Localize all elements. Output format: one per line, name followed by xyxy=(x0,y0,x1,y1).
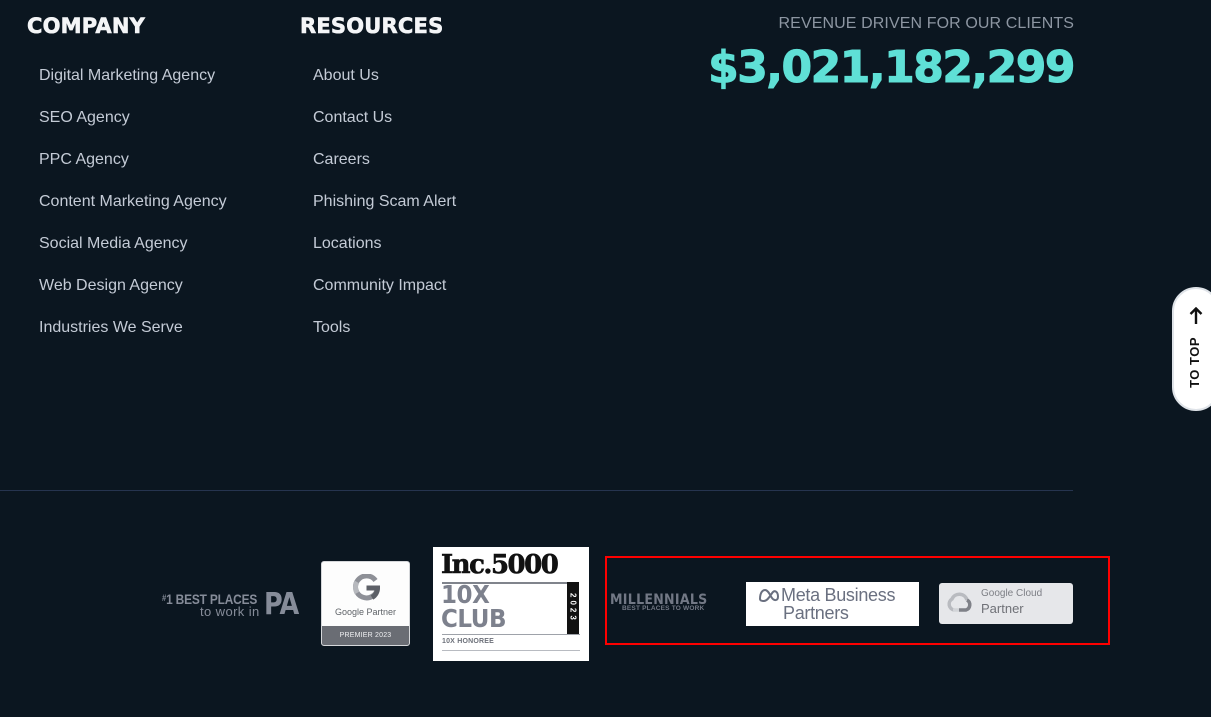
link-phishing-scam-alert[interactable]: Phishing Scam Alert xyxy=(313,192,456,212)
link-industries-we-serve[interactable]: Industries We Serve xyxy=(39,318,183,338)
google-cloud-line1: Google Cloud xyxy=(981,588,1043,599)
to-top-button[interactable]: TO TOP xyxy=(1172,287,1211,411)
to-top-label: TO TOP xyxy=(1186,337,1202,388)
link-tools[interactable]: Tools xyxy=(313,318,350,338)
resources-heading: RESOURCES xyxy=(300,14,444,39)
inc-title: Inc.5000 xyxy=(441,550,559,581)
resources-link-item: Phishing Scam Alert xyxy=(313,192,456,234)
google-cloud-icon xyxy=(947,592,973,614)
google-cloud-line2: Partner xyxy=(981,601,1024,616)
best-places-bottom: to work in xyxy=(200,604,260,619)
meta-infinity-icon xyxy=(758,588,780,603)
link-community-impact[interactable]: Community Impact xyxy=(313,276,446,296)
resources-link-item: Locations xyxy=(313,234,456,276)
inc-club: 10X CLUB xyxy=(441,580,507,633)
inc5000-badge: Inc.5000 10X CLUB 2023 10X HONOREE xyxy=(433,547,589,661)
resources-link-item: About Us xyxy=(313,66,456,108)
link-locations[interactable]: Locations xyxy=(313,234,382,254)
link-social-media-agency[interactable]: Social Media Agency xyxy=(39,234,188,254)
link-seo-agency[interactable]: SEO Agency xyxy=(39,108,130,128)
company-link-item: Web Design Agency xyxy=(39,276,227,318)
link-content-marketing-agency[interactable]: Content Marketing Agency xyxy=(39,192,227,212)
best-places-pa-badge: #1 BEST PLACES to work in PA xyxy=(162,585,302,625)
company-link-item: Social Media Agency xyxy=(39,234,227,276)
inc-honoree: 10X HONOREE xyxy=(442,638,494,645)
google-cloud-partner-badge: Google Cloud Partner xyxy=(939,583,1073,624)
company-links: Digital Marketing Agency SEO Agency PPC … xyxy=(39,66,227,360)
millennials-badge: MILLENNIALS BEST PLACES TO WORK xyxy=(610,592,724,614)
resources-link-item: Tools xyxy=(313,318,456,360)
meta-business-partners-badge: Meta Business Partners xyxy=(746,582,919,626)
link-contact-us[interactable]: Contact Us xyxy=(313,108,392,128)
resources-link-item: Community Impact xyxy=(313,276,456,318)
arrow-up-icon xyxy=(1185,305,1207,327)
revenue-counter: $3,021,182,299 xyxy=(708,42,1076,94)
revenue-label: REVENUE DRIVEN FOR OUR CLIENTS xyxy=(778,15,1074,32)
resources-link-item: Careers xyxy=(313,150,456,192)
site-footer: COMPANY Digital Marketing Agency SEO Age… xyxy=(0,0,1211,717)
link-ppc-agency[interactable]: PPC Agency xyxy=(39,150,129,170)
company-link-item: PPC Agency xyxy=(39,150,227,192)
link-about-us[interactable]: About Us xyxy=(313,66,379,86)
company-link-item: SEO Agency xyxy=(39,108,227,150)
best-places-state: PA xyxy=(264,587,299,622)
google-partner-footer: PREMIER 2023 xyxy=(322,626,409,645)
link-web-design-agency[interactable]: Web Design Agency xyxy=(39,276,183,296)
inc-rule xyxy=(442,634,580,635)
company-link-item: Industries We Serve xyxy=(39,318,227,360)
footer-divider xyxy=(0,490,1073,491)
millennials-subtitle: BEST PLACES TO WORK xyxy=(622,605,705,612)
inc-year: 2023 xyxy=(567,582,579,634)
link-careers[interactable]: Careers xyxy=(313,150,370,170)
google-partner-badge: Google Partner PREMIER 2023 xyxy=(321,561,410,646)
link-digital-marketing-agency[interactable]: Digital Marketing Agency xyxy=(39,66,215,86)
google-partner-name: Google Partner xyxy=(334,607,397,617)
company-link-item: Content Marketing Agency xyxy=(39,192,227,234)
resources-link-item: Contact Us xyxy=(313,108,456,150)
google-g-icon xyxy=(353,573,381,601)
resources-links: About Us Contact Us Careers Phishing Sca… xyxy=(313,66,456,360)
inc-rule xyxy=(442,650,580,651)
company-link-item: Digital Marketing Agency xyxy=(39,66,227,108)
company-heading: COMPANY xyxy=(27,14,146,39)
meta-line2: Partners xyxy=(783,603,849,623)
